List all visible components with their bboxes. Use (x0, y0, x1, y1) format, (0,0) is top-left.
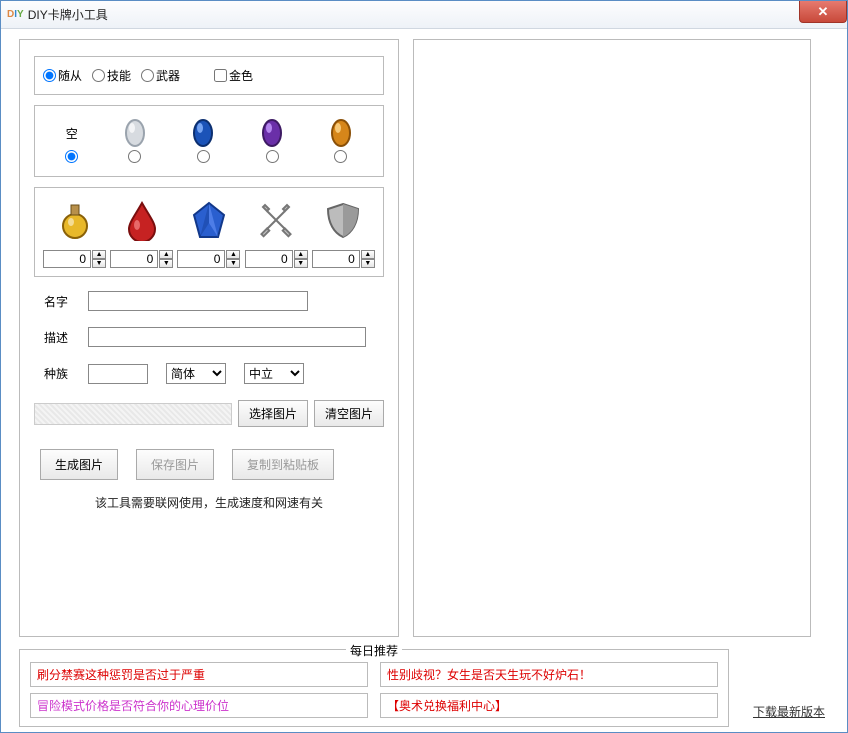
window-title: DIY卡牌小工具 (28, 6, 108, 23)
name-input[interactable] (88, 291, 308, 311)
stats-inputs: ▲▼ ▲▼ ▲▼ ▲▼ ▲▼ (41, 250, 377, 268)
download-link[interactable]: 下载最新版本 (753, 703, 825, 720)
rarity-row: 空 (43, 116, 375, 166)
mana-potion-icon (53, 198, 97, 242)
race-input[interactable] (88, 364, 148, 384)
attack-down[interactable]: ▼ (294, 259, 308, 268)
crystal-up[interactable]: ▲ (226, 250, 240, 259)
clear-image-button[interactable]: 清空图片 (314, 400, 384, 427)
recommend-link-3[interactable]: 冒险模式价格是否符合你的心理价位 (30, 693, 368, 718)
preview-panel (413, 39, 811, 637)
desc-label: 描述 (34, 329, 88, 346)
name-row: 名字 (34, 291, 384, 311)
name-label: 名字 (34, 293, 88, 310)
gem-orange-icon (329, 116, 353, 150)
network-note: 该工具需要联网使用，生成速度和网速有关 (34, 494, 384, 511)
crystal-input[interactable] (177, 250, 225, 268)
attack-input-wrap: ▲▼ (245, 250, 308, 268)
gem-silver-icon (123, 116, 147, 150)
attack-input[interactable] (245, 250, 293, 268)
recommend-link-4[interactable]: 【奥术兑换福利中心】 (380, 693, 718, 718)
copy-button[interactable]: 复制到粘贴板 (232, 449, 334, 480)
gem-blue-icon (191, 116, 215, 150)
armor-input[interactable] (312, 250, 360, 268)
card-type-box: 随从 技能 武器 金色 (34, 56, 384, 95)
rarity-box: 空 (34, 105, 384, 177)
armor-down[interactable]: ▼ (361, 259, 375, 268)
rarity-radio-common[interactable] (128, 150, 141, 163)
rarity-legendary (329, 116, 353, 166)
shield-icon (321, 198, 365, 242)
action-row: 生成图片 保存图片 复制到粘贴板 (34, 449, 384, 480)
image-path-display (34, 403, 232, 425)
rarity-common (123, 116, 147, 166)
crystal-icon (187, 198, 231, 242)
titlebar: DIY DIY卡牌小工具 ✕ (1, 1, 847, 29)
swords-icon (254, 198, 298, 242)
rarity-radio-epic[interactable] (266, 150, 279, 163)
crystal-input-wrap: ▲▼ (177, 250, 240, 268)
close-icon: ✕ (818, 4, 829, 20)
rarity-epic (260, 116, 284, 166)
radio-spell[interactable]: 技能 (92, 67, 131, 84)
app-logo: DIY (7, 9, 24, 20)
image-row: 选择图片 清空图片 (34, 400, 384, 427)
desc-input[interactable] (88, 327, 366, 347)
save-button[interactable]: 保存图片 (136, 449, 214, 480)
radio-minion[interactable]: 随从 (43, 67, 82, 84)
card-type-radios: 随从 技能 武器 金色 (43, 67, 375, 84)
rarity-radio-rare[interactable] (197, 150, 210, 163)
recommend-link-2[interactable]: 性别歧视？女生是否天生玩不好炉石！ (380, 662, 718, 687)
health-input-wrap: ▲▼ (110, 250, 173, 268)
race-label: 种族 (34, 365, 88, 382)
attack-up[interactable]: ▲ (294, 250, 308, 259)
health-down[interactable]: ▼ (159, 259, 173, 268)
rarity-rare (191, 116, 215, 166)
stats-icons (41, 198, 377, 242)
app-window: DIY DIY卡牌小工具 ✕ 随从 技能 武器 金色 空 (0, 0, 848, 733)
crystal-down[interactable]: ▼ (226, 259, 240, 268)
generate-button[interactable]: 生成图片 (40, 449, 118, 480)
rarity-radio-legendary[interactable] (334, 150, 347, 163)
armor-input-wrap: ▲▼ (312, 250, 375, 268)
mana-down[interactable]: ▼ (92, 259, 106, 268)
checkbox-golden[interactable]: 金色 (214, 67, 253, 84)
stats-box: ▲▼ ▲▼ ▲▼ ▲▼ ▲▼ (34, 187, 384, 277)
client-area: 随从 技能 武器 金色 空 (1, 29, 847, 732)
recommend-title: 每日推荐 (346, 642, 402, 659)
rarity-radio-empty[interactable] (65, 150, 78, 163)
armor-up[interactable]: ▲ (361, 250, 375, 259)
faction-select[interactable]: 中立 (244, 363, 304, 384)
desc-row: 描述 (34, 327, 384, 347)
recommend-box: 每日推荐 刷分禁赛这种惩罚是否过于严重 性别歧视？女生是否天生玩不好炉石！ 冒险… (19, 649, 729, 727)
health-up[interactable]: ▲ (159, 250, 173, 259)
form-panel: 随从 技能 武器 金色 空 (19, 39, 399, 637)
script-select[interactable]: 简体 (166, 363, 226, 384)
mana-up[interactable]: ▲ (92, 250, 106, 259)
blood-drop-icon (120, 198, 164, 242)
mana-input[interactable] (43, 250, 91, 268)
gem-purple-icon (260, 116, 284, 150)
select-image-button[interactable]: 选择图片 (238, 400, 308, 427)
radio-weapon[interactable]: 武器 (141, 67, 180, 84)
mana-input-wrap: ▲▼ (43, 250, 106, 268)
recommend-link-1[interactable]: 刷分禁赛这种惩罚是否过于严重 (30, 662, 368, 687)
close-button[interactable]: ✕ (799, 1, 847, 23)
health-input[interactable] (110, 250, 158, 268)
rarity-empty: 空 (65, 116, 78, 166)
race-row: 种族 简体 中立 (34, 363, 384, 384)
